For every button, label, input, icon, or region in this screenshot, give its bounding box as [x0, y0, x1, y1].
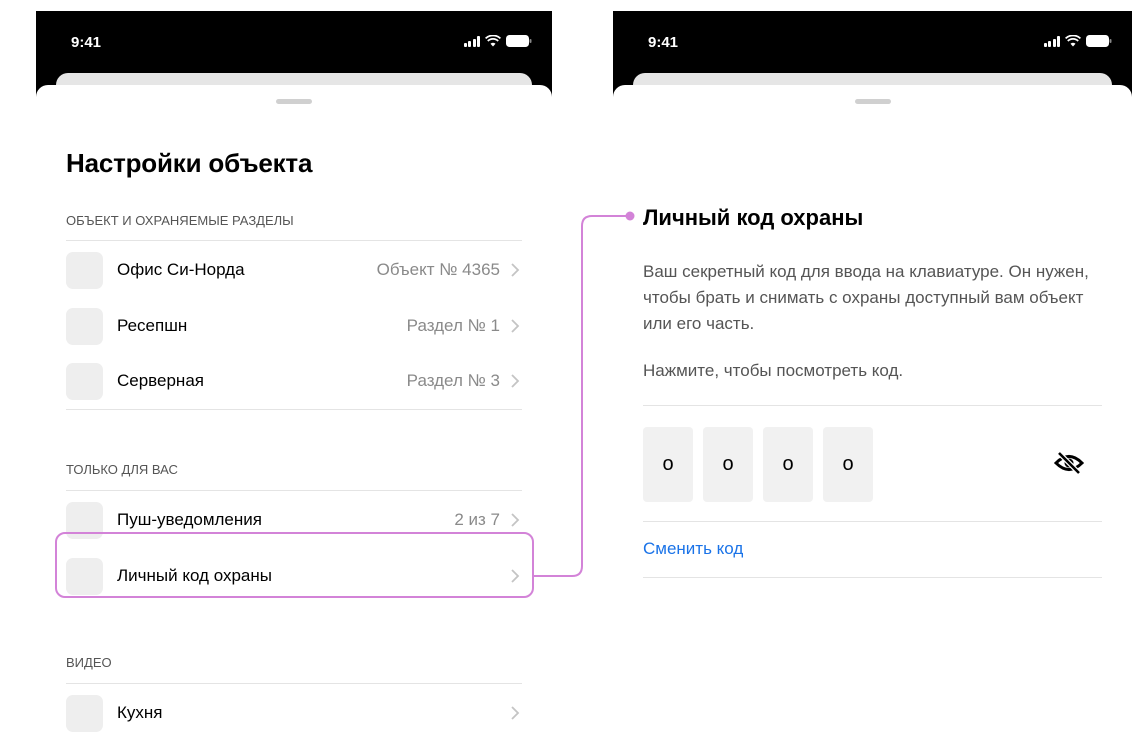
divider: [66, 240, 522, 241]
divider: [66, 409, 522, 410]
item-label: Пуш-уведомления: [117, 510, 262, 529]
personal-code-sheet: Личный код охраны Ваш секретный код для …: [613, 85, 1132, 732]
phone-settings-screen: 9:41 Настройки объекта ОБЪЕКТ И ОХРАНЯЕМ…: [36, 11, 552, 732]
section-header-personal: ТОЛЬКО ДЛЯ ВАС: [66, 462, 178, 477]
divider: [643, 577, 1102, 578]
chevron-right-icon: [511, 706, 520, 720]
list-item-reception[interactable]: Ресепшн Раздел № 1: [66, 298, 522, 354]
pin-digit: o: [703, 427, 753, 502]
eye-slash-icon[interactable]: [1054, 451, 1084, 475]
hint-text: Нажмите, чтобы посмотреть код.: [643, 361, 904, 380]
list-item-server-room[interactable]: Серверная Раздел № 3: [66, 353, 522, 409]
item-label: Серверная: [117, 371, 204, 390]
change-code-link[interactable]: Сменить код: [643, 539, 743, 559]
list-item-kitchen[interactable]: Кухня: [66, 685, 522, 732]
battery-icon: [506, 35, 532, 47]
wifi-icon: [485, 35, 501, 47]
chevron-right-icon: [511, 374, 520, 388]
chevron-right-icon: [511, 263, 520, 277]
item-value: Раздел № 3: [406, 371, 500, 390]
section-header-objects: ОБЪЕКТ И ОХРАНЯЕМЫЕ РАЗДЕЛЫ: [66, 213, 294, 228]
chevron-right-icon: [511, 513, 520, 527]
item-label: Офис Си-Норда: [117, 260, 245, 279]
pin-code-display[interactable]: o o o o: [643, 427, 873, 502]
item-label: Ресепшн: [117, 316, 188, 335]
item-value: Объект № 4365: [376, 260, 500, 279]
signal-icon: [1043, 35, 1060, 47]
pin-digit: o: [643, 427, 693, 502]
page-title: Личный код охраны: [643, 205, 864, 230]
page-title: Настройки объекта: [66, 148, 313, 178]
item-icon: [66, 557, 103, 595]
battery-icon: [1086, 35, 1112, 47]
status-bar: 9:41: [36, 11, 552, 73]
divider: [66, 490, 522, 491]
status-time: 9:41: [71, 34, 102, 51]
chevron-right-icon: [511, 319, 520, 333]
status-time: 9:41: [648, 34, 679, 51]
signal-icon: [463, 35, 480, 47]
item-icon: [66, 694, 103, 732]
item-icon: [66, 362, 103, 400]
divider: [643, 405, 1102, 406]
status-bar: 9:41: [613, 11, 1132, 73]
item-icon: [66, 251, 103, 289]
item-icon: [66, 501, 103, 539]
item-label: Кухня: [117, 703, 163, 722]
list-item-office[interactable]: Офис Си-Норда Объект № 4365: [66, 242, 522, 298]
section-header-video: ВИДЕО: [66, 655, 112, 670]
pin-digit: o: [763, 427, 813, 502]
chevron-right-icon: [511, 569, 520, 583]
settings-sheet: Настройки объекта ОБЪЕКТ И ОХРАНЯЕМЫЕ РА…: [36, 85, 552, 732]
list-item-personal-code[interactable]: Личный код охраны: [66, 548, 522, 604]
description-text: Ваш секретный код для ввода на клавиатур…: [643, 262, 1089, 333]
pin-digit: o: [823, 427, 873, 502]
divider: [66, 683, 522, 684]
wifi-icon: [1065, 35, 1081, 47]
item-value: Раздел № 1: [406, 316, 500, 335]
sheet-grabber[interactable]: [276, 99, 312, 104]
item-value: 2 из 7: [454, 510, 500, 529]
divider: [643, 521, 1102, 522]
item-icon: [66, 307, 103, 345]
list-item-push-notifications[interactable]: Пуш-уведомления 2 из 7: [66, 492, 522, 548]
item-label: Личный код охраны: [117, 566, 272, 585]
phone-personal-code-screen: 9:41 Личный код охраны Ваш секретный код…: [613, 11, 1132, 732]
sheet-grabber[interactable]: [854, 99, 891, 104]
